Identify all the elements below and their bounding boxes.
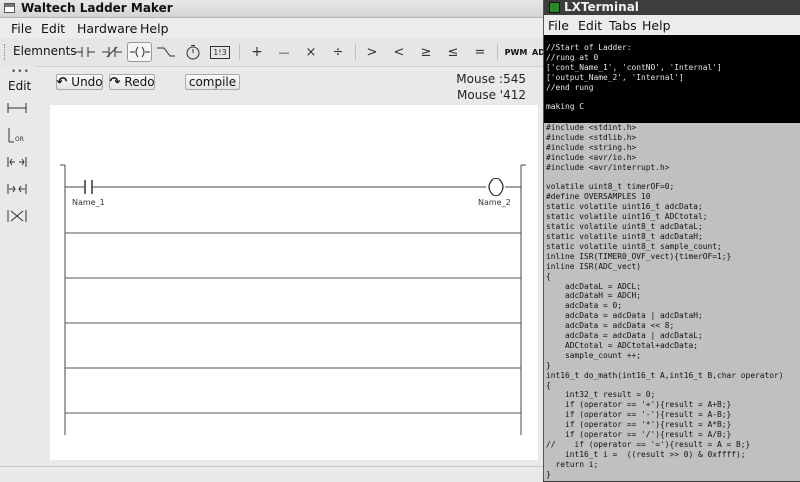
expand-arrows-icon [7, 157, 27, 167]
action-bar: ↶ Undo ↷ Redo compile Mouse :545 Mouse '41… [34, 66, 543, 104]
contact-name-1[interactable] [84, 180, 93, 194]
ladder-maker-window: Waltech Ladder Maker File Edit Hardware … [0, 0, 543, 482]
side-toolbar-grip[interactable]: ••• [11, 67, 30, 77]
multiply-button[interactable]: × [300, 42, 322, 62]
ladder-maker-titlebar[interactable]: Waltech Ladder Maker [0, 0, 543, 18]
or-branch-button[interactable]: OR [6, 126, 28, 144]
subtract-button[interactable]: — [273, 42, 295, 62]
nc-contact-button[interactable] [101, 42, 123, 62]
delete-icon [7, 210, 27, 222]
ladder-menubar: File Edit Hardware Help [0, 18, 543, 38]
rising-edge-icon [157, 47, 175, 57]
or-branch-icon: OR [8, 128, 24, 143]
toolbar-separator [239, 44, 240, 60]
divide-button[interactable]: ÷ [327, 42, 349, 62]
contract-arrows-icon [7, 184, 27, 194]
terminal-menubar: File Edit Tabs Help [544, 15, 800, 35]
menu-edit[interactable]: Edit [41, 21, 65, 36]
counter-icon: 1!3 [210, 45, 230, 59]
narrow-button[interactable] [6, 180, 28, 198]
toolbar-separator [355, 44, 356, 60]
delete-element-button[interactable] [6, 207, 28, 225]
widen-button[interactable] [6, 153, 28, 171]
edit-side-toolbar: ••• Edit OR [0, 66, 34, 466]
terminal-menu-edit[interactable]: Edit [578, 18, 602, 33]
compile-button[interactable]: compile [185, 74, 240, 90]
timer-button[interactable] [182, 42, 204, 62]
elements-toolbar: Elemnents 1!3 + — × ÷ > < ≥ ≤ = PWM AD [0, 38, 543, 67]
terminal-menu-file[interactable]: File [548, 18, 569, 33]
adc-label-partial: AD [532, 47, 543, 57]
coil-name-2[interactable] [488, 178, 504, 196]
menu-help[interactable]: Help [140, 21, 169, 36]
menu-hardware[interactable]: Hardware [77, 21, 137, 36]
window-title: Waltech Ladder Maker [21, 1, 173, 15]
redo-icon: ↷ [109, 74, 121, 90]
contact-label: Name_1 [72, 198, 105, 207]
terminal-output-pane[interactable]: //Start of Ladder: //rung at 0 ['cont_Na… [544, 35, 800, 123]
mouse-y-readout: Mouse '412 [457, 88, 526, 102]
equal-button[interactable]: = [469, 42, 491, 62]
undo-icon: ↶ [56, 74, 68, 90]
ladder-diagram: Name_1 Name_2 [60, 164, 526, 435]
undo-button[interactable]: ↶ Undo [56, 74, 103, 90]
window-icon [4, 3, 15, 13]
terminal-title: LXTerminal [564, 0, 639, 14]
nc-contact-icon [102, 46, 122, 58]
adc-button[interactable]: AD [532, 42, 543, 62]
coil-icon [129, 46, 150, 58]
terminal-titlebar[interactable]: LXTerminal [544, 0, 800, 15]
ladder-statusbar [0, 466, 543, 482]
coil-button[interactable] [127, 42, 152, 62]
redo-button[interactable]: ↷ Redo [109, 74, 155, 90]
no-contact-button[interactable] [74, 42, 96, 62]
side-edit-label: Edit [8, 79, 32, 93]
no-contact-icon [75, 47, 95, 57]
timer-icon [186, 45, 200, 60]
menu-file[interactable]: File [11, 21, 32, 36]
terminal-menu-tabs[interactable]: Tabs [609, 18, 637, 33]
edge-button[interactable] [155, 42, 177, 62]
c-code-text: #include <stdint.h> #include <stdlib.h> … [546, 123, 784, 479]
pwm-label: PWM [504, 47, 528, 57]
terminal-menu-help[interactable]: Help [642, 18, 671, 33]
undo-label: Undo [71, 75, 103, 89]
greater-equal-button[interactable]: ≥ [415, 42, 437, 62]
terminal-window: LXTerminal File Edit Tabs Help //Start o… [543, 0, 800, 481]
terminal-app-icon [549, 2, 560, 13]
pwm-button[interactable]: PWM [504, 42, 528, 62]
coil-label: Name_2 [478, 198, 511, 207]
ladder-canvas[interactable]: Name_1 Name_2 [50, 105, 538, 460]
less-than-button[interactable]: < [388, 42, 410, 62]
toolbar-grip[interactable] [4, 44, 7, 60]
add-button[interactable]: + [246, 42, 268, 62]
svg-text:OR: OR [15, 136, 24, 143]
generated-c-code-pane[interactable]: #include <stdint.h> #include <stdlib.h> … [544, 123, 800, 481]
elements-label: Elemnents [13, 44, 77, 58]
less-equal-button[interactable]: ≤ [442, 42, 464, 62]
toolbar-separator [497, 44, 498, 60]
add-rung-button[interactable] [6, 99, 28, 117]
mouse-x-readout: Mouse :545 [456, 72, 526, 86]
ladder-output-text: //Start of Ladder: //rung at 0 ['cont_Na… [546, 43, 722, 112]
rung-icon [7, 103, 27, 113]
counter-button[interactable]: 1!3 [209, 42, 231, 62]
greater-than-button[interactable]: > [361, 42, 383, 62]
redo-label: Redo [124, 75, 155, 89]
